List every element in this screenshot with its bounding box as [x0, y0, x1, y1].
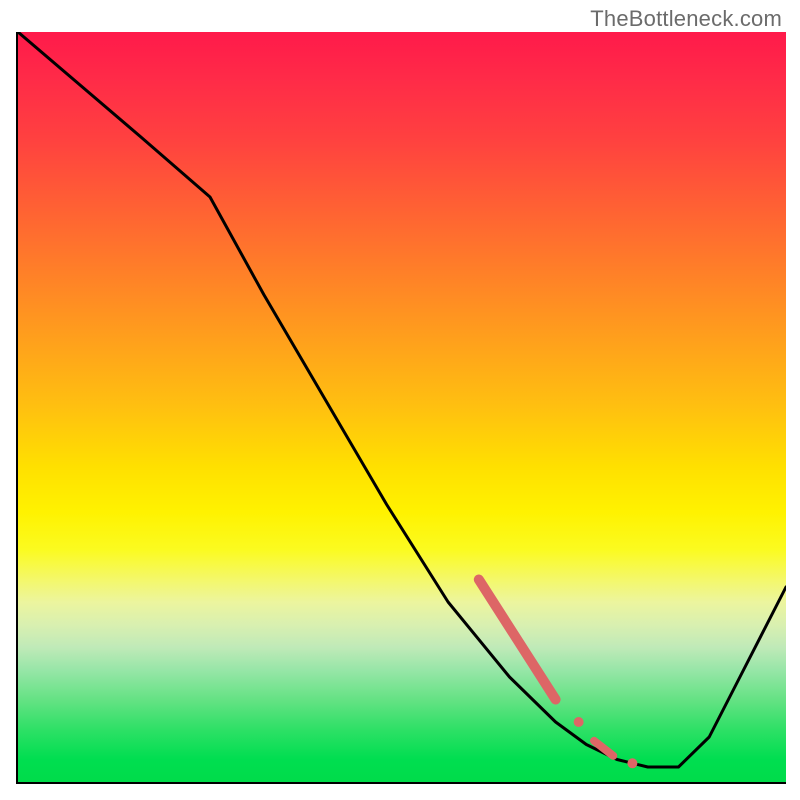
plot-area [16, 32, 786, 784]
bottleneck-curve-path [18, 32, 786, 767]
curve-layer [18, 32, 786, 782]
thick-segment-icon [479, 580, 556, 700]
marker-layer [479, 580, 638, 769]
bottleneck-chart: TheBottleneck.com [0, 0, 800, 800]
dot-lower-icon [627, 758, 637, 768]
watermark-text: TheBottleneck.com [590, 6, 782, 32]
dot-upper-icon [574, 717, 584, 727]
